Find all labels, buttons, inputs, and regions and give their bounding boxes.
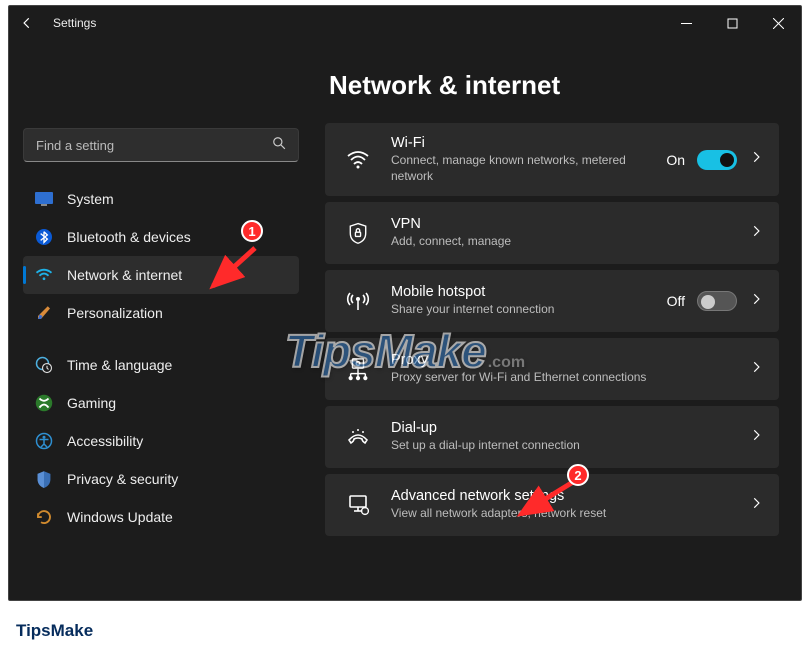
- titlebar-left: Settings: [19, 15, 96, 31]
- accessibility-icon: [35, 432, 53, 450]
- nav-item-personalization[interactable]: Personalization: [23, 294, 299, 332]
- shield-icon: [35, 470, 53, 488]
- row-title: Dial-up: [391, 420, 729, 436]
- nav-item-label: Time & language: [67, 357, 172, 373]
- search-input-wrapper[interactable]: [23, 128, 299, 162]
- update-icon: [35, 508, 53, 526]
- footer-brand: TipsMake: [16, 621, 93, 641]
- paintbrush-icon: [35, 304, 53, 322]
- monitor-icon: [35, 190, 53, 208]
- nav-item-label: Personalization: [67, 305, 163, 321]
- row-advanced-network[interactable]: Advanced network settings View all netwo…: [325, 474, 779, 536]
- proxy-icon: [345, 357, 371, 381]
- chevron-right-icon: [749, 428, 763, 447]
- footer-bar: TipsMake: [0, 605, 810, 657]
- nav-item-label: Network & internet: [67, 267, 182, 283]
- row-title: Mobile hotspot: [391, 284, 647, 300]
- nav-item-label: Windows Update: [67, 509, 173, 525]
- row-sub: Share your internet connection: [391, 302, 647, 318]
- nav-item-label: Privacy & security: [67, 471, 178, 487]
- settings-rows: Wi-Fi Connect, manage known networks, me…: [325, 123, 779, 536]
- settings-window: Settings: [8, 5, 802, 601]
- hotspot-icon: [345, 290, 371, 312]
- row-wifi[interactable]: Wi-Fi Connect, manage known networks, me…: [325, 123, 779, 196]
- chevron-right-icon: [749, 224, 763, 243]
- search-input[interactable]: [36, 138, 261, 153]
- nav-item-system[interactable]: System: [23, 180, 299, 218]
- hotspot-toggle[interactable]: [697, 291, 737, 311]
- window-controls: [663, 6, 801, 40]
- row-title: Advanced network settings: [391, 488, 729, 504]
- back-button[interactable]: [19, 15, 35, 31]
- row-title: VPN: [391, 216, 729, 232]
- vpn-shield-icon: [345, 221, 371, 245]
- row-sub: Add, connect, manage: [391, 234, 729, 250]
- close-button[interactable]: [755, 6, 801, 40]
- sidebar: System Bluetooth & devices Network & int…: [9, 40, 309, 600]
- row-title: Proxy: [391, 352, 729, 368]
- wifi-toggle[interactable]: [697, 150, 737, 170]
- minimize-button[interactable]: [663, 6, 709, 40]
- nav-item-network[interactable]: Network & internet: [23, 256, 299, 294]
- row-sub: Connect, manage known networks, metered …: [391, 153, 646, 184]
- hotspot-state-label: Off: [667, 293, 685, 309]
- nav-item-label: System: [67, 191, 114, 207]
- advanced-network-icon: [345, 494, 371, 516]
- chevron-right-icon: [749, 292, 763, 311]
- row-sub: Set up a dial-up internet connection: [391, 438, 729, 454]
- nav-item-windows-update[interactable]: Windows Update: [23, 498, 299, 536]
- row-vpn[interactable]: VPN Add, connect, manage: [325, 202, 779, 264]
- row-proxy[interactable]: Proxy Proxy server for Wi-Fi and Etherne…: [325, 338, 779, 400]
- dialup-icon: [345, 428, 371, 446]
- nav-item-bluetooth[interactable]: Bluetooth & devices: [23, 218, 299, 256]
- bluetooth-icon: [35, 228, 53, 246]
- row-hotspot[interactable]: Mobile hotspot Share your internet conne…: [325, 270, 779, 332]
- main-content: Network & internet Wi-Fi Connect, manage…: [309, 40, 801, 600]
- titlebar: Settings: [9, 6, 801, 40]
- search-icon: [272, 136, 286, 155]
- row-dialup[interactable]: Dial-up Set up a dial-up internet connec…: [325, 406, 779, 468]
- chevron-right-icon: [749, 360, 763, 379]
- wifi-state-label: On: [666, 152, 685, 168]
- nav-item-privacy[interactable]: Privacy & security: [23, 460, 299, 498]
- nav-item-label: Accessibility: [67, 433, 143, 449]
- wifi-icon: [345, 150, 371, 170]
- nav-item-accessibility[interactable]: Accessibility: [23, 422, 299, 460]
- nav-item-label: Bluetooth & devices: [67, 229, 191, 245]
- wifi-icon: [35, 266, 53, 284]
- row-title: Wi-Fi: [391, 135, 646, 151]
- nav-item-label: Gaming: [67, 395, 116, 411]
- chevron-right-icon: [749, 496, 763, 515]
- maximize-button[interactable]: [709, 6, 755, 40]
- page-title: Network & internet: [329, 70, 779, 101]
- chevron-right-icon: [749, 150, 763, 169]
- nav-separator: [23, 332, 299, 346]
- nav-item-gaming[interactable]: Gaming: [23, 384, 299, 422]
- row-sub: Proxy server for Wi-Fi and Ethernet conn…: [391, 370, 729, 386]
- app-title: Settings: [53, 16, 96, 30]
- nav-item-time-language[interactable]: Time & language: [23, 346, 299, 384]
- xbox-icon: [35, 394, 53, 412]
- globe-clock-icon: [35, 356, 53, 374]
- row-sub: View all network adapters, network reset: [391, 506, 729, 522]
- nav-list: System Bluetooth & devices Network & int…: [23, 180, 299, 536]
